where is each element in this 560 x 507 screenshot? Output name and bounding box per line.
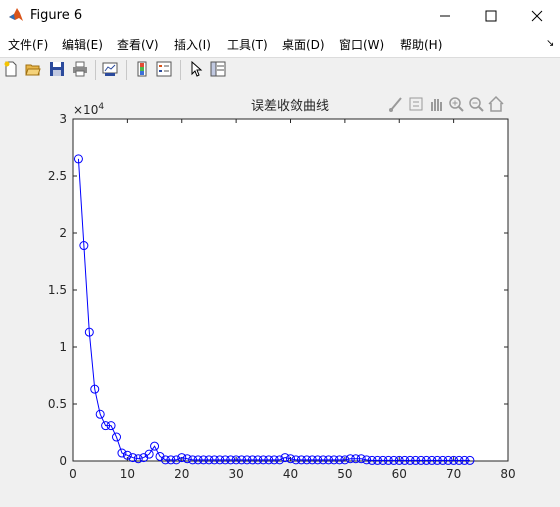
plot-svg: 0 0.5 1 1.5 2 2.5 3 0 10 20 30 40 50 60 70 80 ×104 误差收… (48, 95, 516, 481)
x-tick-label: 60 (392, 467, 407, 481)
y-tick-label: 1.5 (48, 283, 67, 297)
x-tick-label: 70 (446, 467, 461, 481)
maximize-icon (485, 10, 497, 21)
minimize-button[interactable] (422, 0, 468, 31)
menu-tools[interactable]: 工具(T) (227, 36, 268, 53)
toolbar-separator (95, 60, 96, 80)
zoom-out-icon[interactable] (469, 97, 484, 112)
edit-plot-icon[interactable] (188, 61, 204, 77)
y-tick-label: 0 (59, 454, 67, 468)
y-tick-label: 2 (59, 226, 67, 240)
maximize-button[interactable] (468, 0, 514, 31)
x-tick-label: 0 (69, 467, 77, 481)
y-exponent-label: ×104 (73, 102, 104, 117)
x-tick-label: 80 (500, 467, 515, 481)
chart-title: 误差收敛曲线 (251, 98, 329, 114)
home-icon[interactable] (488, 95, 504, 112)
x-tick-label: 50 (337, 467, 352, 481)
menu-view[interactable]: 查看(V) (117, 36, 159, 53)
matlab-logo-icon (8, 7, 24, 23)
toolbar-separator (126, 60, 127, 80)
insert-legend-icon[interactable] (156, 61, 172, 77)
zoom-in-icon[interactable] (449, 97, 464, 112)
toolbar-separator (180, 60, 181, 80)
save-icon[interactable] (49, 61, 65, 77)
close-icon (531, 10, 543, 21)
y-tick-label: 0.5 (48, 397, 67, 411)
property-editor-icon[interactable] (210, 61, 226, 77)
link-plot-icon[interactable] (102, 61, 118, 77)
brush-icon[interactable] (389, 97, 402, 112)
open-file-icon[interactable] (25, 61, 41, 77)
print-icon[interactable] (72, 61, 88, 77)
y-tick-label: 3 (59, 112, 67, 126)
axes-background[interactable] (72, 118, 509, 462)
x-tick-label: 20 (174, 467, 189, 481)
new-figure-icon[interactable] (3, 61, 19, 77)
menu-desktop[interactable]: 桌面(D) (282, 36, 325, 53)
menu-insert[interactable]: 插入(I) (174, 36, 211, 53)
y-tick-label: 2.5 (48, 169, 67, 183)
figure-canvas: 0 0.5 1 1.5 2 2.5 3 0 10 20 30 40 50 60 70 80 ×104 误差收… (0, 84, 560, 507)
x-tick-label: 30 (228, 467, 243, 481)
x-tick-label: 10 (120, 467, 135, 481)
window-title: Figure 6 (30, 8, 83, 23)
menu-window[interactable]: 窗口(W) (339, 36, 384, 53)
pan-icon[interactable] (431, 99, 442, 111)
insert-colorbar-icon[interactable] (134, 61, 150, 77)
data-tips-icon[interactable] (409, 97, 423, 111)
axes-toolbar (389, 95, 504, 112)
close-button[interactable] (514, 0, 560, 31)
menu-help[interactable]: 帮助(H) (400, 36, 442, 53)
dock-arrow-icon[interactable]: ↘ (546, 38, 554, 49)
y-tick-label: 1 (59, 340, 67, 354)
menu-file[interactable]: 文件(F) (8, 36, 48, 53)
minimize-icon (440, 15, 450, 16)
x-tick-label: 40 (283, 467, 298, 481)
menu-edit[interactable]: 编辑(E) (62, 36, 103, 53)
